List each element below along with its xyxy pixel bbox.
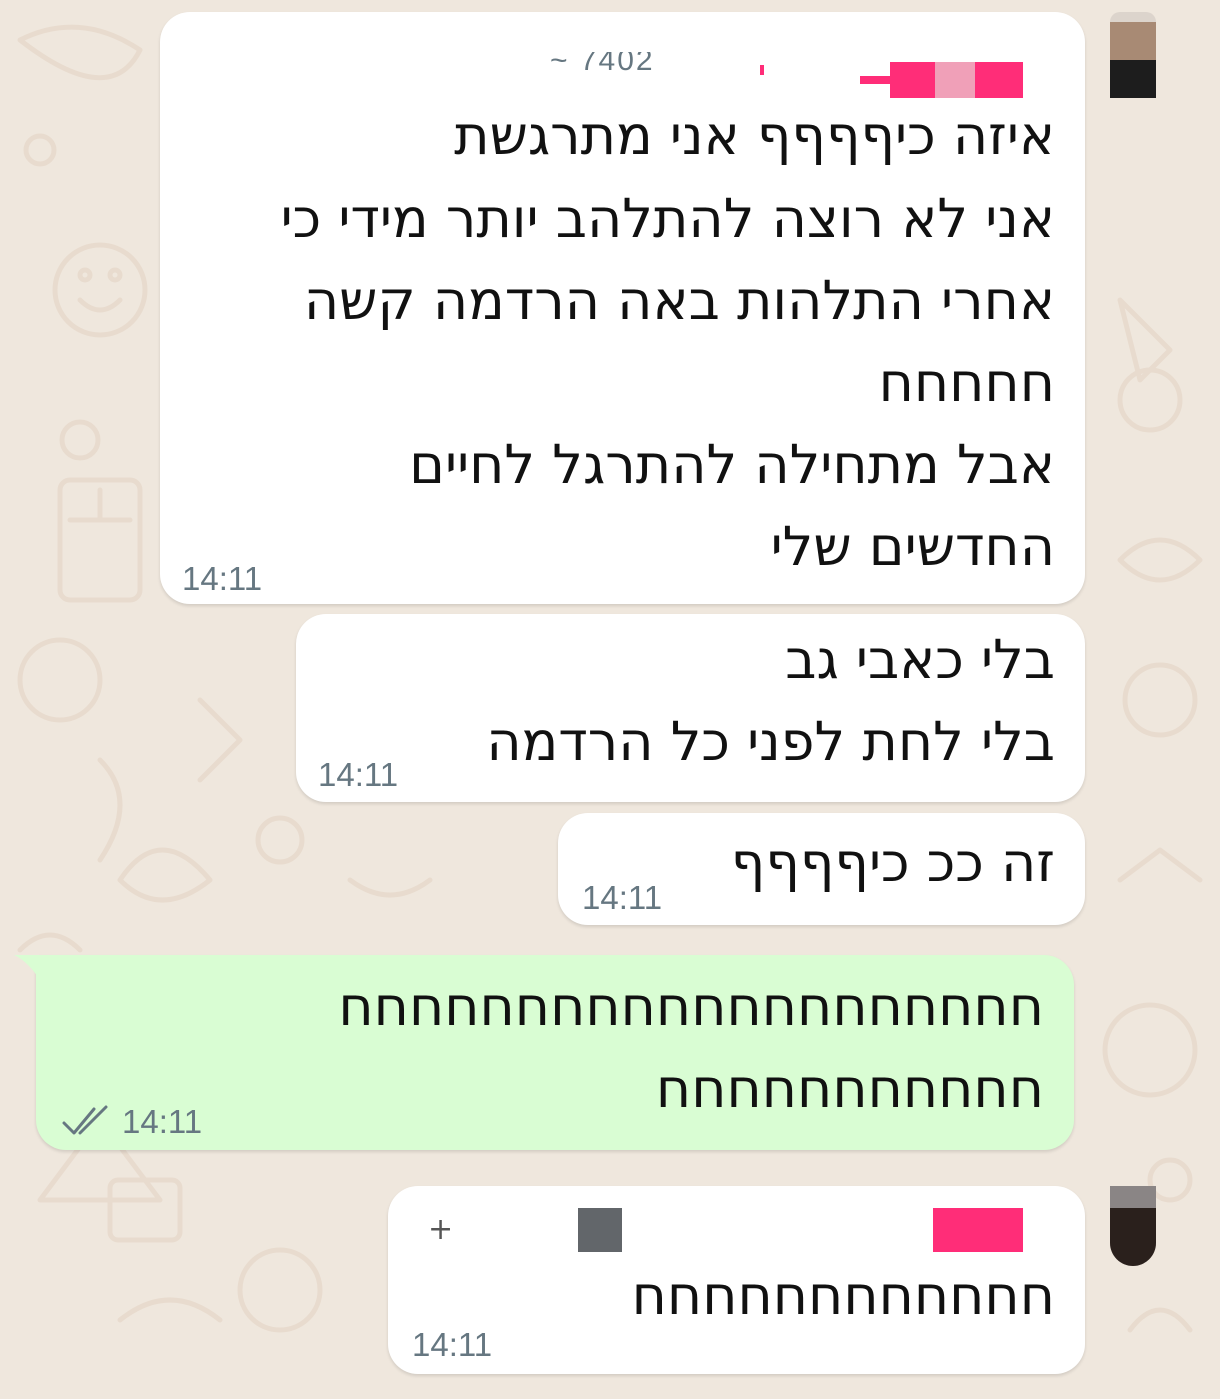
- sender-phone-prefix: +: [428, 1212, 454, 1247]
- double-check-icon: [62, 1105, 108, 1135]
- message-timestamp: 14:11: [582, 879, 663, 916]
- message-bubble-outgoing[interactable]: חחחחחחחחחחחחחחחחחחחח חחחחחחחחחחח 14:11: [36, 955, 1074, 1150]
- message-text-line: בלי לחת לפני כל הרדמה: [486, 710, 1055, 773]
- message-text-line: החדשים שלי: [770, 515, 1055, 578]
- message-bubble-incoming[interactable]: ~ 7402 איזה כיףףףף אני מתרגשת אני לא רוצ…: [160, 12, 1085, 604]
- sender-redaction-block: [975, 62, 1023, 98]
- sender-redaction-block: [890, 62, 935, 98]
- message-text-line: חחחחחחחחחחחח: [631, 1264, 1055, 1327]
- bubble-tail: [14, 955, 54, 983]
- sender-redaction-mark: [760, 65, 764, 75]
- message-text-line: אחרי התלהות באה הרדמה קשה: [303, 269, 1055, 332]
- message-text-line: חחחחחחחחחחחחחחחחחחחח: [338, 975, 1044, 1038]
- sender-name-fragment: ~ 7402: [550, 52, 655, 74]
- message-text-line: אבל מתחילה להתרגל לחיים: [409, 433, 1055, 496]
- message-timestamp: 14:11: [412, 1326, 493, 1363]
- message-bubble-incoming[interactable]: זה ככ כיףףףף 14:11: [558, 813, 1085, 925]
- message-bubble-incoming[interactable]: בלי כאבי גב בלי לחת לפני כל הרדמה 14:11: [296, 614, 1085, 802]
- message-text-line: בלי כאבי גב: [785, 628, 1055, 691]
- message-timestamp: 14:11: [182, 560, 263, 597]
- message-text-line: זה ככ כיףףףף: [730, 831, 1055, 894]
- sender-redaction-block: [578, 1208, 622, 1252]
- message-text-line: איזה כיףףףף אני מתרגשת: [454, 104, 1055, 167]
- sender-redaction-mark: [860, 76, 890, 84]
- chat-area[interactable]: ~ 7402 איזה כיףףףף אני מתרגשת אני לא רוצ…: [0, 0, 1220, 1399]
- message-text-line: אני לא רוצה להתלהב יותר מידי כי: [280, 187, 1055, 250]
- sender-avatar[interactable]: [1110, 12, 1156, 98]
- sender-redaction-block: [933, 1208, 1023, 1252]
- sender-avatar[interactable]: [1110, 1186, 1156, 1266]
- message-text-line: חחחחחחחחחחח: [655, 1057, 1044, 1120]
- sender-redaction-block: [935, 62, 975, 98]
- message-text-line: חחחחח: [878, 351, 1055, 414]
- message-bubble-incoming[interactable]: + חחחחחחחחחחחח 14:11: [388, 1186, 1085, 1374]
- message-timestamp: 14:11: [318, 756, 399, 793]
- message-timestamp: 14:11: [122, 1103, 203, 1140]
